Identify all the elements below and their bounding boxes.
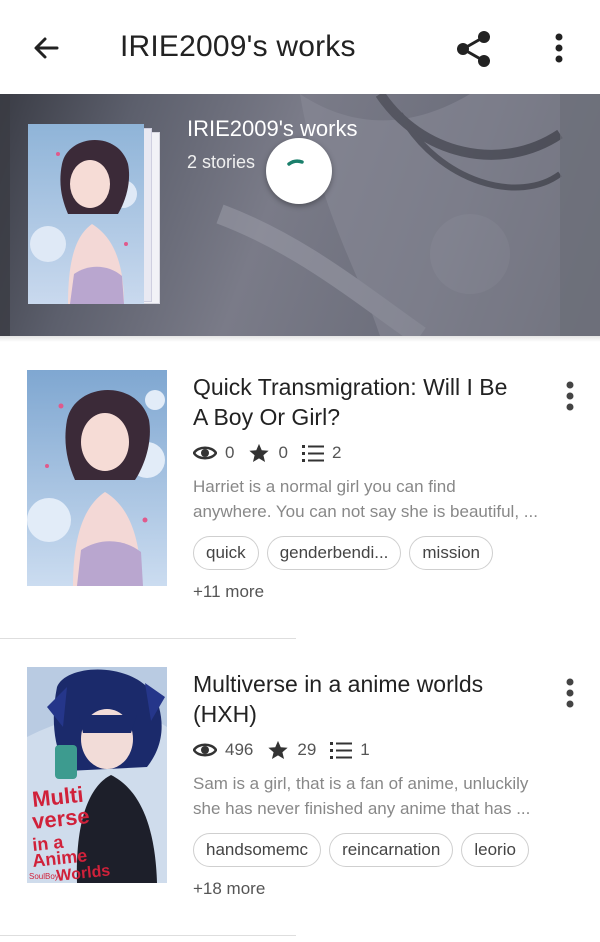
reads-stat: 496	[193, 740, 253, 760]
parts-stat: 2	[301, 443, 342, 463]
list-cover-image	[28, 124, 144, 304]
divider	[0, 638, 296, 639]
story-count: 2 stories	[187, 152, 256, 172]
votes-stat: 0	[248, 442, 288, 464]
story-cover[interactable]	[27, 370, 167, 586]
eye-icon	[193, 743, 217, 757]
loading-spinner-icon	[266, 138, 332, 204]
divider	[0, 935, 296, 936]
parts-stat: 1	[330, 740, 370, 760]
story-title-line: Multiverse in a anime worlds	[193, 671, 484, 697]
list-icon	[330, 742, 353, 759]
story-description: Harriet is a normal girl you can find an…	[193, 474, 573, 524]
parts-count: 1	[360, 740, 370, 759]
story-stats: 0 0 2	[193, 438, 355, 468]
tag-chip[interactable]: handsomemc	[193, 833, 322, 867]
list-cover-stack	[28, 124, 168, 304]
story-title-line: (HXH)	[193, 701, 257, 727]
tag-chip[interactable]: leorio	[461, 833, 529, 867]
more-vert-icon[interactable]	[544, 28, 574, 68]
share-icon[interactable]	[450, 26, 496, 72]
description-line: Harriet is a normal girl you can find	[193, 477, 456, 496]
header-shadow	[0, 336, 600, 342]
story-title[interactable]: Multiverse in a anime worlds (HXH)	[193, 669, 538, 729]
tag-chip[interactable]: mission	[409, 536, 494, 570]
reads-count: 496	[225, 740, 254, 759]
reads-count: 0	[225, 443, 235, 462]
header-title: IRIE2009's works	[187, 116, 358, 141]
tag-chip[interactable]: genderbendi...	[266, 536, 402, 570]
tag-chip[interactable]: quick	[193, 536, 259, 570]
description-line: anywhere. You can not say she is beautif…	[193, 502, 538, 521]
star-icon	[249, 443, 270, 462]
more-vert-icon[interactable]	[556, 673, 584, 713]
description-line: Sam is a girl, that is a fan of anime, u…	[193, 774, 529, 793]
page-title: IRIE2009's works	[120, 30, 356, 63]
star-icon	[268, 740, 288, 759]
list-icon	[301, 445, 324, 462]
story-title-line: A Boy Or Girl?	[193, 404, 340, 430]
header-edge	[560, 94, 600, 336]
more-tags-link[interactable]: +18 more	[193, 879, 265, 899]
app-bar: IRIE2009's works	[0, 0, 600, 94]
votes-count: 29	[297, 740, 317, 759]
story-tags: quick genderbendi... mission	[193, 536, 501, 570]
more-tags-link[interactable]: +11 more	[193, 582, 264, 602]
header-edge	[0, 94, 10, 336]
tag-chip[interactable]: reincarnation	[329, 833, 454, 867]
story-title[interactable]: Quick Transmigration: Will I Be A Boy Or…	[193, 372, 538, 432]
eye-icon	[193, 446, 217, 460]
story-title-line: Quick Transmigration: Will I Be	[193, 374, 508, 400]
parts-count: 2	[331, 443, 342, 462]
reading-list-header: IRIE2009's works 2 stories	[0, 94, 600, 336]
arrow-left-icon[interactable]	[26, 28, 66, 68]
more-vert-icon[interactable]	[556, 376, 584, 416]
story-description: Sam is a girl, that is a fan of anime, u…	[193, 771, 573, 821]
votes-count: 0	[278, 443, 288, 462]
story-cover[interactable]: Multi verse in a Anime Worlds SoulBoy	[27, 667, 167, 883]
cover-signature: SoulBoy	[29, 872, 59, 881]
story-stats: 496 29 1	[193, 735, 384, 765]
reads-stat: 0	[193, 443, 234, 463]
description-line: she has never finished any anime that ha…	[193, 799, 531, 818]
votes-stat: 29	[267, 739, 316, 761]
story-tags: handsomemc reincarnation leorio	[193, 833, 537, 867]
